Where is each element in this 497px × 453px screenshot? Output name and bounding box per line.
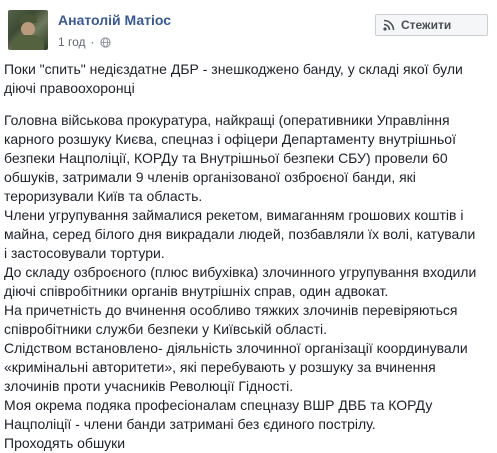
post-line: діючі правоохоронці	[4, 80, 135, 96]
rss-icon	[383, 19, 395, 31]
post-line: злочинів проти учасників Революції Гідно…	[4, 378, 294, 394]
follow-button[interactable]: Стежити	[375, 14, 488, 36]
post-line: Члени угрупування займалися рекетом, вим…	[4, 207, 464, 223]
author-name-link[interactable]: Анатолій Матіос	[58, 12, 171, 28]
post-body: Поки "спить" недієздатне ДБР - знешкодже…	[4, 60, 492, 453]
post-intro: Поки "спить" недієздатне ДБР - знешкодже…	[4, 60, 492, 98]
post-header: Анатолій Матіос 1 год · Стежити	[0, 0, 497, 58]
follow-button-label: Стежити	[401, 18, 452, 32]
meta-separator: ·	[90, 35, 95, 49]
post-line: На причетність до вчинення особливо тяжк…	[4, 302, 458, 318]
post-line: «кримінальні авторитети», які перебувают…	[4, 359, 436, 375]
post-line: Моя окрема подяка професіоналам спецназу…	[4, 397, 433, 413]
post-line: майна, серед білого дня викрадали людей,…	[4, 226, 476, 242]
post-line: безпеки Нацполіції, КОРДу та Внутрішньої…	[4, 150, 448, 166]
post-line: обшуків, затримали 9 членів організовано…	[4, 169, 416, 185]
author-avatar[interactable]	[8, 10, 48, 50]
post-line: діючі співробітники органів внутрішніх с…	[4, 283, 389, 299]
post-line: тероризували Київ та область.	[4, 188, 203, 204]
globe-icon[interactable]	[99, 36, 111, 48]
avatar-face	[21, 22, 35, 36]
post-line: Слідством встановлено- діяльність злочин…	[4, 340, 468, 356]
post-line: і застосовували тортури.	[4, 245, 165, 261]
avatar-body	[12, 35, 44, 50]
post-meta: 1 год ·	[58, 35, 111, 49]
post-line: Нацполіції - члени банди затримані без є…	[4, 416, 376, 432]
post-line: Проходять обшуки	[4, 435, 126, 451]
post-main-text: Головна військова прокуратура, найкращі …	[4, 111, 492, 453]
post-line: карного розшуку Києва, спецназ і офіцери…	[4, 131, 456, 147]
post-line: До складу озброєного (плюс вибухівка) зл…	[4, 264, 477, 280]
post-line: Поки "спить" недієздатне ДБР - знешкодже…	[4, 61, 463, 77]
post-timestamp[interactable]: 1 год	[58, 35, 86, 49]
post-line: співробітники служби безпеки у Київській…	[4, 321, 327, 337]
post-line: Головна військова прокуратура, найкращі …	[4, 112, 450, 128]
